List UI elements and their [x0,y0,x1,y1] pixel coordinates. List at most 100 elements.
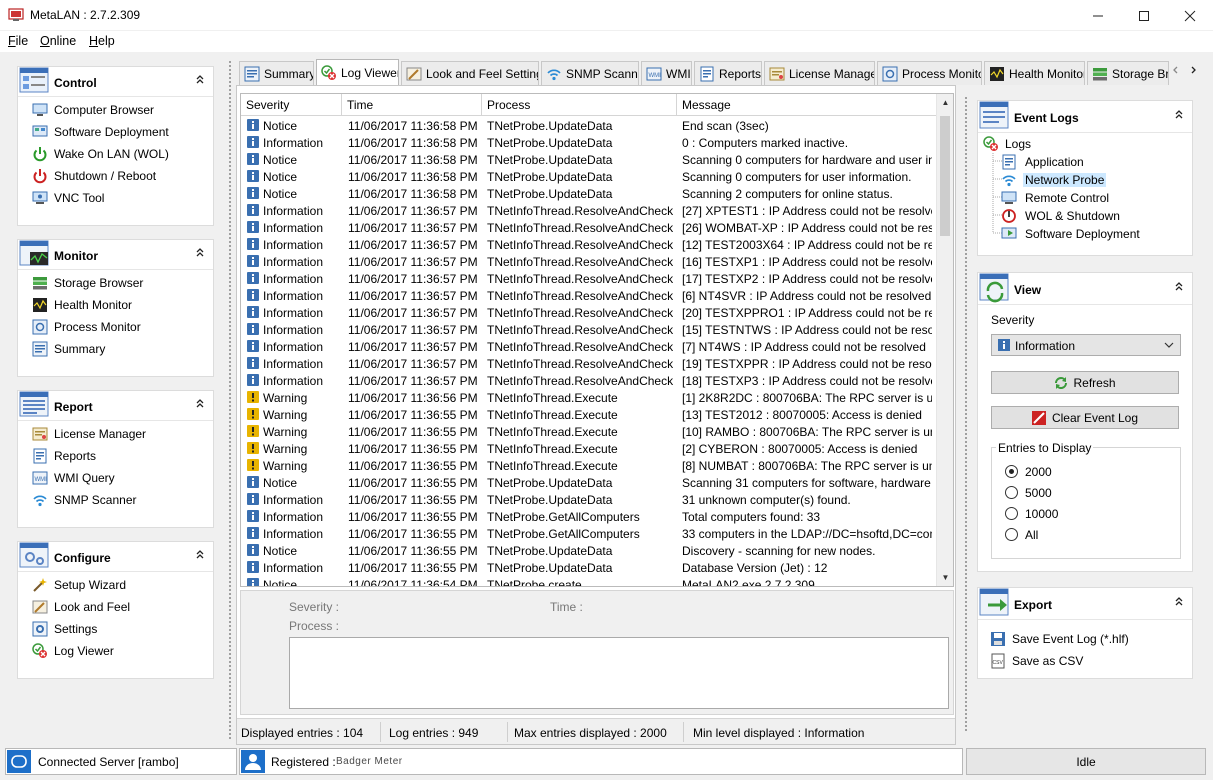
grid-scrollbar[interactable]: ▲ ▼ [936,94,953,586]
title-bar: MetaLAN : 2.7.2.309 [0,0,1213,31]
table-row[interactable]: Information 11/06/2017 11:36:58 PM TNetPro… [241,134,937,151]
table-row[interactable]: Information 11/06/2017 11:36:57 PM TNetInf… [241,338,937,355]
table-row[interactable]: Information 11/06/2017 11:36:57 PM TNetInf… [241,253,937,270]
collapse-icon[interactable] [195,398,205,411]
computer-browser-item[interactable]: Computer Browser [18,99,213,121]
collapse-icon[interactable] [1174,281,1184,294]
save-as-csv-link[interactable]: CSV Save as CSV [990,652,1180,670]
tab-reports[interactable]: Reports [694,61,762,85]
tab-health-monitor[interactable]: Health Monitor [984,61,1085,85]
summary-item[interactable]: Summary [18,338,213,360]
table-row[interactable]: Notice 11/06/2017 11:36:55 PM TNetProbe.Up… [241,542,937,559]
snmp-scanner-item[interactable]: SNMP Scanner [18,489,213,511]
table-row[interactable]: Notice 11/06/2017 11:36:58 PM TNetProbe.Up… [241,151,937,168]
csv-icon: CSV [991,653,1005,669]
refresh-button[interactable]: Refresh [991,371,1179,394]
table-row[interactable]: Information 11/06/2017 11:36:57 PM TNetInf… [241,287,937,304]
clear-event-log-button[interactable]: Clear Event Log [991,406,1179,429]
maximize-icon[interactable] [1121,0,1167,31]
table-row[interactable]: Notice 11/06/2017 11:36:58 PM TNetProbe.Up… [241,117,937,134]
storage-browser-item[interactable]: Storage Browser [18,272,213,294]
entries-radio-10000[interactable]: 10000 [1005,505,1085,523]
tab-process-monitor[interactable]: Process Monitor [877,61,982,85]
save-event-log-link[interactable]: Save Event Log (*.hlf) [990,630,1180,648]
menu-help[interactable]: Help [89,34,115,48]
minimize-icon[interactable] [1075,0,1121,31]
severity-select[interactable]: Information [991,334,1181,356]
table-row[interactable]: Notice 11/06/2017 11:36:54 PM TNetProbe.cr… [241,576,937,586]
table-row[interactable]: Information 11/06/2017 11:36:55 PM TNetPro… [241,525,937,542]
entries-radio-2000[interactable]: 2000 [1005,463,1085,481]
look-and-feel-item[interactable]: Look and Feel [18,596,213,618]
table-row[interactable]: Information 11/06/2017 11:36:55 PM TNetPro… [241,491,937,508]
health-monitor-item[interactable]: Health Monitor [18,294,213,316]
tab-storage-browser[interactable]: Storage Bro [1087,61,1169,85]
table-row[interactable]: Information 11/06/2017 11:36:57 PM TNetInf… [241,219,937,236]
table-row[interactable]: Information 11/06/2017 11:36:57 PM TNetInf… [241,236,937,253]
column-severity[interactable]: Severity [241,94,342,116]
report-header[interactable]: Report [18,391,213,421]
scroll-up-icon[interactable]: ▲ [937,94,953,111]
settings-item[interactable]: Settings [18,618,213,640]
monitor-header[interactable]: Monitor [18,240,213,270]
table-row[interactable]: Information 11/06/2017 11:36:57 PM TNetInf… [241,355,937,372]
menu-online[interactable]: Online [40,34,76,48]
table-row[interactable]: Information 11/06/2017 11:36:57 PM TNetInf… [241,304,937,321]
entries-radio-all[interactable]: All [1005,526,1085,544]
column-message[interactable]: Message [677,94,937,116]
tab-log-viewer[interactable]: Log Viewer [316,59,399,86]
wake-on-lan-item[interactable]: Wake On LAN (WOL) [18,143,213,165]
tab-summary[interactable]: Summary [239,61,314,85]
process-monitor-item[interactable]: Process Monitor [18,316,213,338]
entries-radio-5000[interactable]: 5000 [1005,484,1085,502]
table-row[interactable]: Information 11/06/2017 11:36:57 PM TNetInf… [241,321,937,338]
left-splitter[interactable] [228,60,232,740]
vnc-tool-item[interactable]: VNC Tool [18,187,213,209]
tab-license-manager[interactable]: License Manager [764,61,875,85]
collapse-icon[interactable] [195,549,205,562]
scroll-thumb[interactable] [940,116,950,236]
table-row[interactable]: Information 11/06/2017 11:36:55 PM TNetPro… [241,559,937,576]
software-deployment-item[interactable]: Software Deployment [18,121,213,143]
control-header[interactable]: Control [18,67,213,97]
configure-header[interactable]: Configure [18,542,213,572]
table-row[interactable]: Notice 11/06/2017 11:36:55 PM TNetProbe.Up… [241,474,937,491]
export-header[interactable]: Export [978,588,1192,620]
tab-look-and-feel[interactable]: Look and Feel Settings [401,61,539,85]
log-viewer-item[interactable]: Log Viewer [18,640,213,662]
table-row[interactable]: Information 11/06/2017 11:36:57 PM TNetInf… [241,270,937,287]
wmi-query-item[interactable]: WMI WMI Query [18,467,213,489]
table-row[interactable]: Information 11/06/2017 11:36:55 PM TNetPro… [241,508,937,525]
column-time[interactable]: Time [342,94,482,116]
tab-scroll-left-icon[interactable] [1169,65,1183,79]
table-row[interactable]: Information 11/06/2017 11:36:57 PM TNetInf… [241,202,937,219]
menu-file[interactable]: File [8,34,28,48]
event-logs-header[interactable]: Event Logs [978,101,1192,133]
tab-wmi[interactable]: WMI WMI [641,61,692,85]
shutdown-reboot-item[interactable]: Shutdown / Reboot [18,165,213,187]
column-process[interactable]: Process [482,94,677,116]
table-row[interactable]: Notice 11/06/2017 11:36:58 PM TNetProbe.Up… [241,168,937,185]
connected-server-panel[interactable]: Connected Server [rambo] [5,748,237,775]
collapse-icon[interactable] [1174,109,1184,122]
collapse-icon[interactable] [195,74,205,87]
reports-item[interactable]: Reports [18,445,213,467]
tab-snmp-scanner[interactable]: SNMP Scanner [541,61,639,85]
table-row[interactable]: Warning 11/06/2017 11:36:56 PM TNetInfoThr… [241,389,937,406]
scroll-down-icon[interactable]: ▼ [937,569,953,586]
detail-message-box[interactable] [289,637,949,709]
collapse-icon[interactable] [195,247,205,260]
right-splitter[interactable] [964,96,968,732]
close-icon[interactable] [1167,0,1213,31]
collapse-icon[interactable] [1174,596,1184,609]
table-row[interactable]: Warning 11/06/2017 11:36:55 PM TNetInfoThr… [241,423,937,440]
table-row[interactable]: Warning 11/06/2017 11:36:55 PM TNetInfoThr… [241,457,937,474]
license-manager-item[interactable]: License Manager [18,423,213,445]
table-row[interactable]: Warning 11/06/2017 11:36:55 PM TNetInfoThr… [241,406,937,423]
table-row[interactable]: Warning 11/06/2017 11:36:55 PM TNetInfoThr… [241,440,937,457]
table-row[interactable]: Notice 11/06/2017 11:36:58 PM TNetProbe.Up… [241,185,937,202]
table-row[interactable]: Information 11/06/2017 11:36:57 PM TNetInf… [241,372,937,389]
setup-wizard-item[interactable]: Setup Wizard [18,574,213,596]
tab-scroll-right-icon[interactable] [1186,65,1200,79]
view-header[interactable]: View [978,273,1192,305]
